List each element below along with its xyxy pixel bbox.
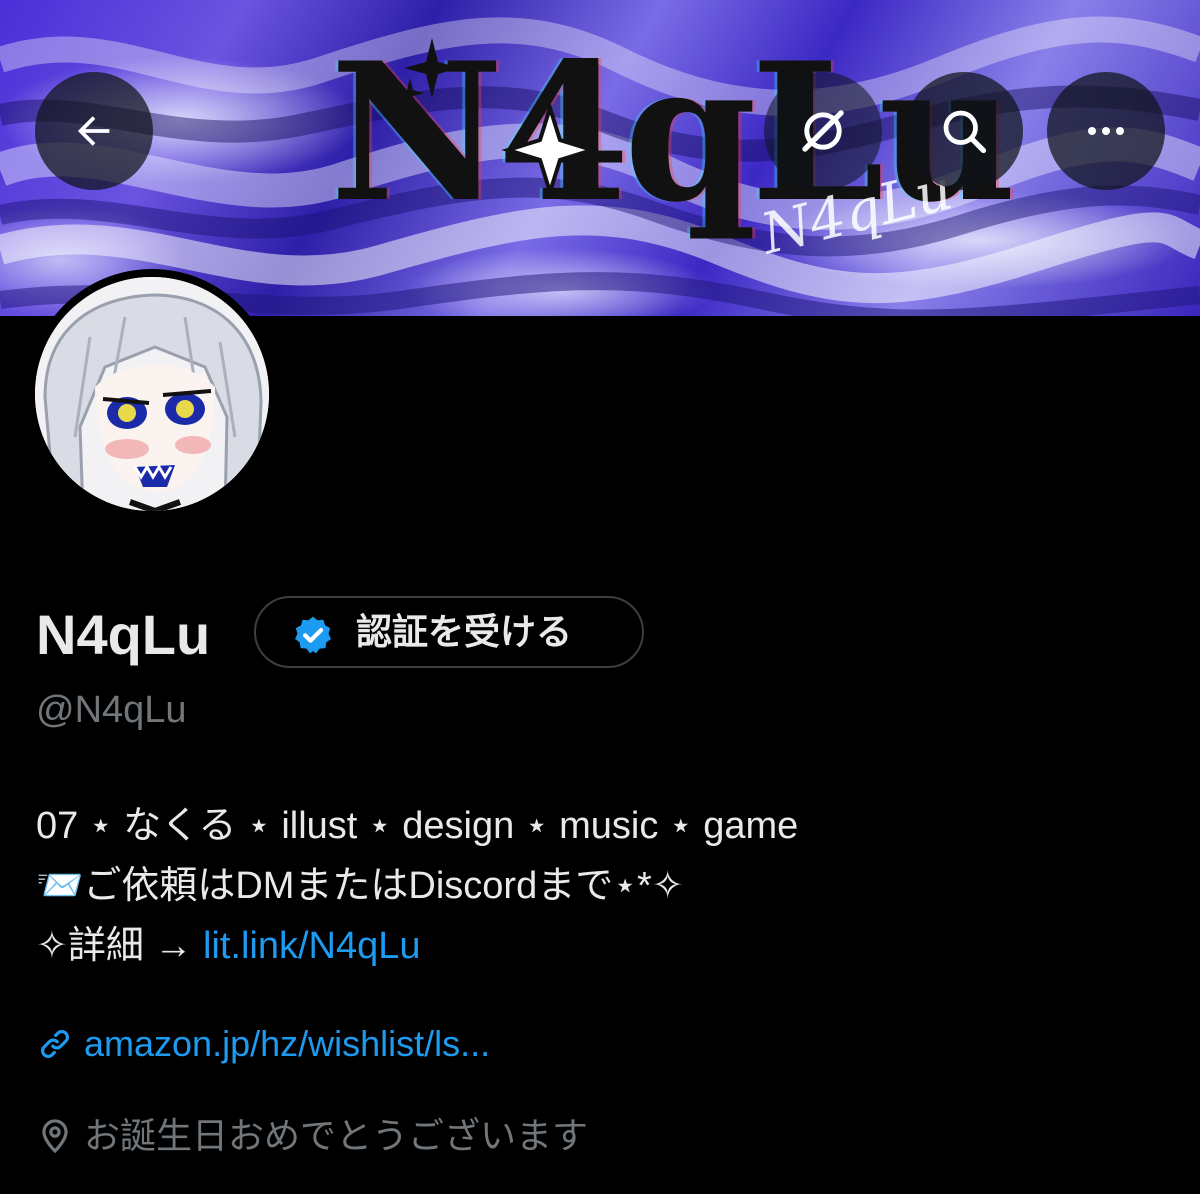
more-horizontal-icon	[1088, 127, 1124, 135]
location-pin-icon	[42, 1119, 68, 1154]
more-options-button[interactable]	[1047, 72, 1165, 190]
avatar-illustration	[35, 277, 269, 511]
profile-website-link[interactable]: amazon.jp/hz/wishlist/ls...	[36, 1018, 490, 1070]
verified-badge-icon	[294, 616, 332, 654]
bio-details-prefix: ✧詳細 →	[36, 925, 203, 967]
get-verified-label: 認証を受ける	[356, 612, 573, 653]
profile-location: お誕生日おめでとうございます	[36, 1110, 588, 1162]
arrow-left-icon	[77, 116, 110, 146]
search-button[interactable]	[905, 72, 1023, 190]
avatar-image	[35, 277, 269, 511]
grok-icon	[802, 110, 844, 152]
profile-banner[interactable]: N4qLu N4qLu	[0, 0, 1200, 316]
location-text: お誕生日おめでとうございます	[84, 1115, 589, 1156]
website-url: amazon.jp/hz/wishlist/ls...	[84, 1023, 491, 1064]
bio-line-3: ✧詳細 → lit.link/N4qLu	[36, 918, 798, 978]
bio-line-1: 07 ⋆ なくる ⋆ illust ⋆ design ⋆ music ⋆ gam…	[36, 805, 799, 847]
profile-bio: 07 ⋆ なくる ⋆ illust ⋆ design ⋆ music ⋆ gam…	[36, 798, 798, 978]
search-icon	[943, 110, 987, 154]
back-button[interactable]	[35, 72, 153, 190]
get-verified-button[interactable]: 認証を受ける	[254, 596, 644, 668]
username-handle: @N4qLu	[36, 689, 187, 731]
grok-button[interactable]	[764, 72, 882, 190]
bio-link[interactable]: lit.link/N4qLu	[203, 925, 421, 967]
display-name: N4qLu	[36, 603, 211, 666]
avatar[interactable]	[27, 269, 277, 519]
bio-line-2: 📨ご依頼はDMまたはDiscordまで⋆*✧	[36, 865, 684, 907]
link-icon	[41, 1030, 69, 1058]
